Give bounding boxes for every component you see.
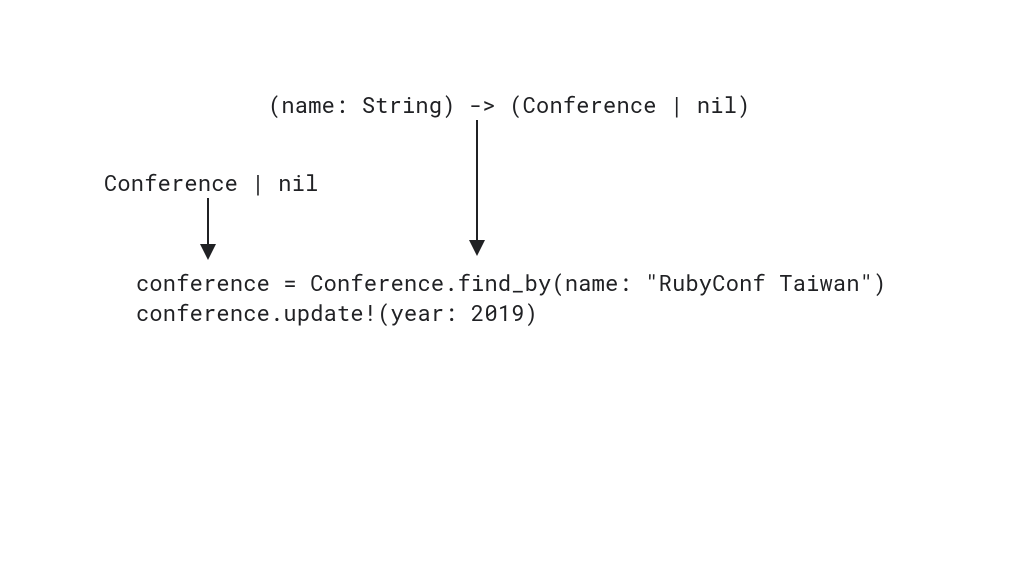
arrow-down-icon: [198, 198, 218, 268]
method-signature: (name: String) -> (Conference | nil): [268, 90, 750, 119]
code-line-2: conference.update!(year: 2019): [136, 298, 538, 327]
code-line-1: conference = Conference.find_by(name: "R…: [136, 268, 887, 297]
arrow-down-icon: [467, 120, 487, 260]
slide: (name: String) -> (Conference | nil) Con…: [0, 0, 1024, 576]
inferred-type-annotation: Conference | nil: [104, 168, 318, 197]
